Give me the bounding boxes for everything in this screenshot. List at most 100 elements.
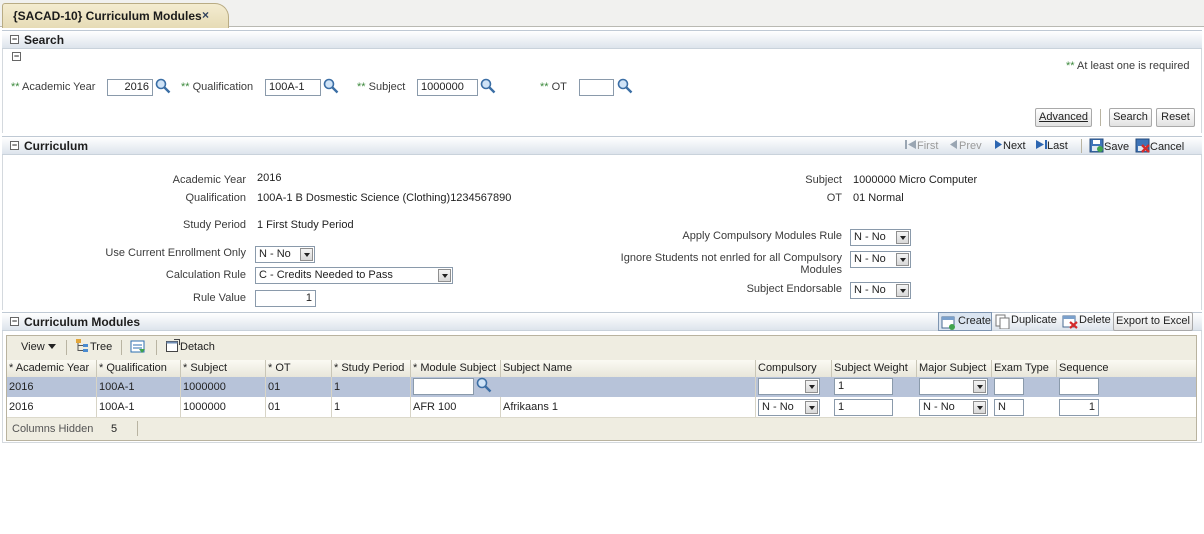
col-subject-weight[interactable]: Subject Weight [832, 360, 917, 377]
separator [121, 340, 122, 355]
tree-icon [76, 339, 88, 352]
first-label: First [917, 140, 939, 152]
use-current-enrollment-value: N - No [259, 248, 291, 260]
major-subject-select[interactable] [919, 378, 988, 395]
module-subject-input[interactable] [413, 378, 474, 395]
save-link[interactable]: Save [1089, 138, 1129, 153]
academic-year-label: ** Academic Year [11, 81, 95, 93]
last-label: Last [1047, 140, 1068, 152]
view-menu[interactable]: View [21, 338, 56, 357]
ignore-students-label-line1: Ignore Students not enrled for all Compu… [620, 252, 842, 264]
subject-input[interactable]: 1000000 [417, 79, 478, 96]
rule-value-label: Rule Value [193, 292, 246, 304]
subject-label: ** Subject [357, 81, 405, 93]
required-note-text: At least one is required [1077, 60, 1190, 72]
apply-compulsory-select[interactable]: N - No [850, 229, 911, 246]
chevron-down-icon [896, 284, 909, 297]
academic-year-input[interactable]: 2016 [107, 79, 153, 96]
search-icon[interactable] [155, 78, 171, 94]
last-link[interactable]: Last [1035, 139, 1068, 152]
qualification-stars: ** [181, 81, 190, 93]
cancel-link[interactable]: Cancel [1135, 138, 1184, 153]
cell-ot: 01 [266, 397, 332, 417]
compulsory-select[interactable] [758, 378, 820, 395]
close-icon[interactable]: × [202, 8, 209, 22]
apply-compulsory-value: N - No [854, 231, 886, 243]
col-compulsory[interactable]: Compulsory [756, 360, 832, 377]
col-qualification[interactable]: * Qualification [97, 360, 181, 377]
search-icon[interactable] [480, 78, 496, 94]
reset-button[interactable]: Reset [1156, 108, 1195, 127]
col-study-period[interactable]: * Study Period [332, 360, 411, 377]
tree-button[interactable]: Tree [76, 338, 112, 357]
cell-subject-name [501, 377, 756, 397]
save-icon [1089, 138, 1104, 153]
sequence-input[interactable]: 1 [1059, 399, 1099, 416]
subject-endorsable-select[interactable]: N - No [850, 282, 911, 299]
exam-type-input[interactable] [994, 378, 1024, 395]
col-subject[interactable]: * Subject [181, 360, 266, 377]
major-subject-select[interactable]: N - No [919, 399, 988, 416]
collapse-icon[interactable]: − [10, 35, 19, 44]
subject-weight-input[interactable]: 1 [834, 399, 893, 416]
ignore-students-value: N - No [854, 253, 886, 265]
ignore-students-select[interactable]: N - No [850, 251, 911, 268]
search-panel: − ** At least one is required ** Academi… [2, 49, 1202, 133]
cancel-label: Cancel [1150, 141, 1185, 153]
col-sequence[interactable]: Sequence [1057, 360, 1196, 377]
search-icon[interactable] [476, 377, 492, 393]
ot-input[interactable] [579, 79, 614, 96]
cur-academic-year-value: 2016 [257, 172, 282, 184]
create-button[interactable]: Create [938, 312, 992, 331]
chevron-down-icon [896, 253, 909, 266]
qualification-input[interactable]: 100A-1 [265, 79, 321, 96]
tab-curriculum-modules[interactable]: {SACAD-10} Curriculum Modules × [2, 3, 229, 28]
separator [156, 340, 157, 355]
cur-ot-label: OT [826, 192, 842, 204]
export-excel-button[interactable]: Export to Excel [1113, 312, 1193, 331]
subject-endorsable-label: Subject Endorsable [746, 283, 842, 295]
ot-label-text: OT [551, 81, 567, 93]
prev-link[interactable]: Prev [949, 139, 982, 152]
chevron-down-icon [973, 401, 986, 414]
tab-strip: {SACAD-10} Curriculum Modules × [0, 0, 1204, 28]
collapse-icon[interactable]: − [12, 52, 21, 61]
cur-study-period-value: 1 First Study Period [257, 219, 354, 231]
create-icon [941, 316, 955, 330]
sequence-input[interactable] [1059, 378, 1099, 395]
search-button[interactable]: Search [1109, 108, 1152, 127]
subject-weight-input[interactable]: 1 [834, 378, 893, 395]
col-exam-type[interactable]: Exam Type [992, 360, 1057, 377]
first-link[interactable]: First [905, 139, 938, 152]
search-icon[interactable] [617, 78, 633, 94]
collapse-icon[interactable]: − [10, 141, 19, 150]
compulsory-select[interactable]: N - No [758, 399, 820, 416]
search-icon[interactable] [323, 78, 339, 94]
detach-button[interactable]: Detach [166, 338, 215, 357]
query-by-example-icon[interactable] [130, 339, 146, 355]
rule-value-input[interactable]: 1 [255, 290, 316, 307]
exam-type-input[interactable]: N [994, 399, 1024, 416]
first-icon [905, 140, 916, 149]
next-label: Next [1003, 140, 1026, 152]
required-note: ** At least one is required [1066, 60, 1190, 72]
create-label: Create [958, 315, 992, 327]
ot-label: ** OT [540, 81, 567, 93]
advanced-button[interactable]: Advanced [1035, 108, 1092, 127]
col-major-subject[interactable]: Major Subject [917, 360, 992, 377]
next-link[interactable]: Next [993, 139, 1026, 152]
cur-ot-value: 01 Normal [853, 192, 904, 204]
use-current-enrollment-select[interactable]: N - No [255, 246, 315, 263]
cell-academic-year: 2016 [7, 377, 97, 397]
chevron-down-icon [300, 248, 313, 261]
col-subject-name[interactable]: Subject Name [501, 360, 756, 377]
cell-subject: 1000000 [181, 377, 266, 397]
col-ot[interactable]: * OT [266, 360, 332, 377]
duplicate-label: Duplicate [1011, 314, 1057, 326]
collapse-icon[interactable]: − [10, 317, 19, 326]
cur-study-period-label: Study Period [183, 219, 246, 231]
col-academic-year[interactable]: * Academic Year [7, 360, 97, 377]
calculation-rule-select[interactable]: C - Credits Needed to Pass [255, 267, 453, 284]
cur-subject-label: Subject [805, 174, 842, 186]
col-module-subject[interactable]: * Module Subject [411, 360, 501, 377]
